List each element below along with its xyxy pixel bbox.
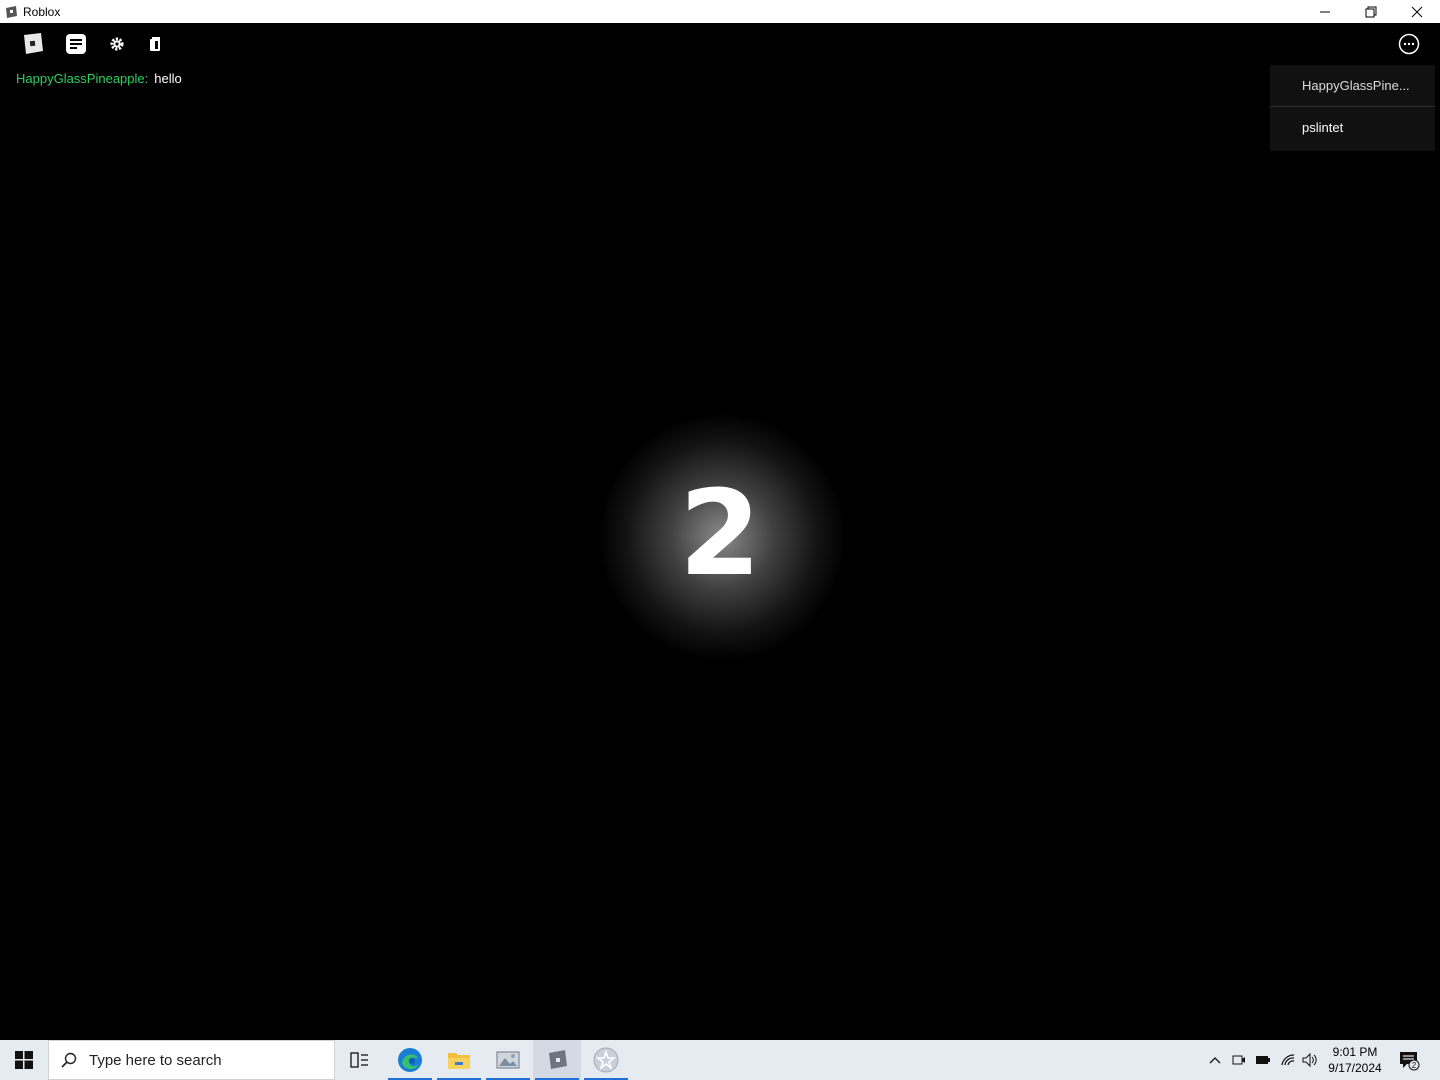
more-options-icon (1398, 33, 1420, 55)
backpack-button[interactable] (139, 31, 171, 57)
taskbar-pinned-app[interactable] (582, 1040, 630, 1080)
chat-toggle-button[interactable] (60, 31, 92, 57)
minimize-icon (1320, 11, 1330, 12)
chat-message: HappyGlassPineapple: hello (16, 71, 182, 86)
roblox-app-icon (6, 5, 17, 18)
image-app-icon (496, 1051, 520, 1069)
tray-network[interactable] (1278, 1040, 1298, 1080)
taskbar-roblox[interactable] (533, 1040, 581, 1080)
windows-logo-icon (15, 1051, 33, 1069)
chevron-up-icon (1209, 1057, 1221, 1064)
show-hidden-icons-button[interactable] (1205, 1040, 1225, 1080)
notification-count: 2 (1412, 1061, 1417, 1070)
backpack-icon (150, 37, 160, 51)
taskbar-edge[interactable] (386, 1040, 434, 1080)
tray-volume[interactable] (1300, 1040, 1320, 1080)
game-viewport[interactable]: HappyGlassPineapple: hello HappyGlassPine… (0, 23, 1440, 1040)
taskbar-photos[interactable] (484, 1040, 532, 1080)
window-title: Roblox (23, 4, 61, 19)
edge-icon (398, 1048, 422, 1072)
roblox-logo-icon (24, 33, 43, 54)
taskbar-search[interactable] (48, 1040, 335, 1080)
start-button[interactable] (0, 1040, 48, 1080)
task-view-button[interactable] (336, 1040, 384, 1080)
chat-sender-name: HappyGlassPineapple: (16, 71, 149, 86)
roblox-menu-button[interactable] (16, 31, 48, 57)
clock-time: 9:01 PM (1332, 1045, 1378, 1059)
chat-message-text: hello (154, 71, 182, 86)
more-options-button[interactable] (1396, 31, 1422, 57)
task-view-icon (350, 1052, 368, 1068)
tray-meet-now[interactable] (1229, 1040, 1249, 1080)
restore-icon (1365, 6, 1377, 17)
windows-taskbar: 9:01 PM 9/17/2024 2 (0, 1040, 1440, 1080)
countdown-number: 2 (678, 464, 762, 602)
camera-icon (1232, 1055, 1245, 1065)
search-input[interactable] (87, 1050, 311, 1070)
tray-battery[interactable] (1253, 1040, 1273, 1080)
player-list-item[interactable]: HappyGlassPine... (1270, 65, 1435, 107)
close-icon (1411, 6, 1423, 17)
player-list: HappyGlassPine... pslintet (1270, 65, 1435, 151)
minimize-button[interactable] (1302, 0, 1348, 23)
window-title-bar[interactable]: Roblox (0, 0, 1440, 23)
chat-icon (66, 34, 86, 54)
gear-icon (110, 37, 124, 51)
close-button[interactable] (1394, 0, 1440, 23)
speaker-icon (1302, 1053, 1317, 1067)
clock-date: 9/17/2024 (1328, 1061, 1382, 1075)
wifi-icon (1281, 1054, 1295, 1066)
roblox-icon (549, 1050, 567, 1069)
notification-center-button[interactable]: 2 (1392, 1040, 1426, 1080)
settings-button[interactable] (101, 31, 133, 57)
star-app-icon (593, 1047, 619, 1073)
battery-icon (1256, 1056, 1270, 1064)
notification-icon: 2 (1400, 1052, 1420, 1071)
taskbar-file-explorer[interactable] (435, 1040, 483, 1080)
folder-icon (448, 1053, 470, 1069)
search-icon (61, 1052, 77, 1068)
taskbar-clock[interactable]: 9:01 PM 9/17/2024 (1322, 1044, 1388, 1076)
player-list-item[interactable]: pslintet (1270, 107, 1435, 147)
restore-button[interactable] (1348, 0, 1394, 23)
